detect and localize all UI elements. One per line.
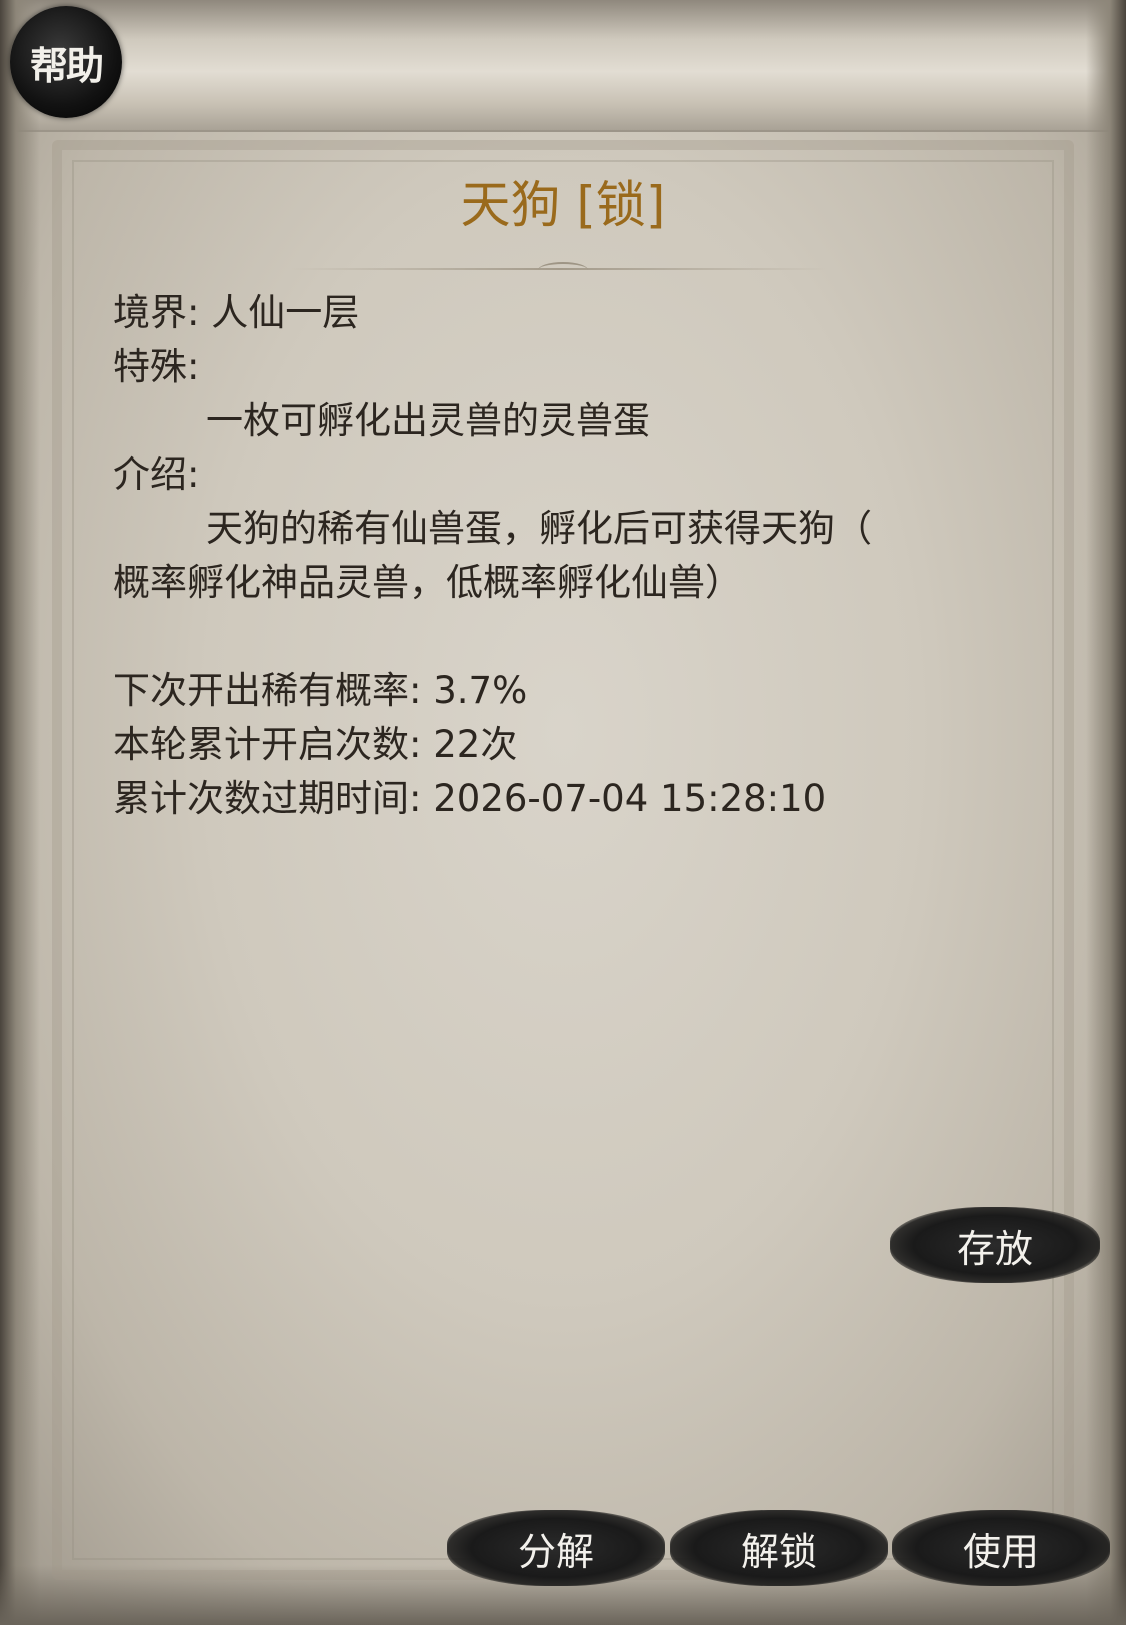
item-title: 天狗 [锁] [460,176,666,234]
realm-label: 境界: [113,291,200,334]
realm-value: 人仙一层 [211,291,360,334]
scroll-top-roll [0,0,1126,132]
open-count-row: 本轮累计开启次数: 22次 [113,718,993,772]
intro-line-1: 天狗的稀有仙兽蛋，孵化后可获得天狗（ [206,507,872,550]
expire-value: 2026-07-04 15:28:10 [433,777,827,820]
intro-label: 介绍: [113,453,200,496]
use-label: 使用 [962,1529,1039,1574]
unlock-button[interactable]: 解锁 [670,1510,888,1586]
item-details: 境界: 人仙一层 特殊: 一枚可孵化出灵兽的灵兽蛋 介绍: 天狗的稀有仙兽蛋，孵… [113,286,993,826]
realm-row: 境界: 人仙一层 [113,286,993,340]
expire-label: 累计次数过期时间: [113,777,422,820]
store-label: 存放 [956,1226,1033,1271]
special-value: 一枚可孵化出灵兽的灵兽蛋 [206,399,650,442]
rare-rate-label: 下次开出稀有概率: [113,669,422,712]
open-count-label: 本轮累计开启次数: [113,723,422,766]
store-button[interactable]: 存放 [890,1207,1100,1283]
divider-ornament [538,262,588,278]
special-label: 特殊: [113,345,200,388]
scroll-left-edge [0,0,40,1625]
help-label: 帮助 [29,42,104,88]
open-count-value: 22次 [433,723,518,766]
decompose-label: 分解 [517,1529,594,1574]
expire-row: 累计次数过期时间: 2026-07-04 15:28:10 [113,772,993,826]
help-button[interactable]: 帮助 [10,6,122,118]
scroll-right-edge [1086,0,1126,1625]
use-button[interactable]: 使用 [892,1510,1110,1586]
rare-rate-row: 下次开出稀有概率: 3.7% [113,664,993,718]
item-detail-scroll: 帮助 天狗 [锁] 境界: 人仙一层 特殊: 一枚可孵化出灵兽的灵兽蛋 介绍: … [0,0,1126,1625]
unlock-label: 解锁 [740,1529,817,1574]
intro-line-2: 概率孵化神品灵兽，低概率孵化仙兽） [113,561,742,604]
rare-rate-value: 3.7% [433,669,528,712]
decompose-button[interactable]: 分解 [447,1510,665,1586]
